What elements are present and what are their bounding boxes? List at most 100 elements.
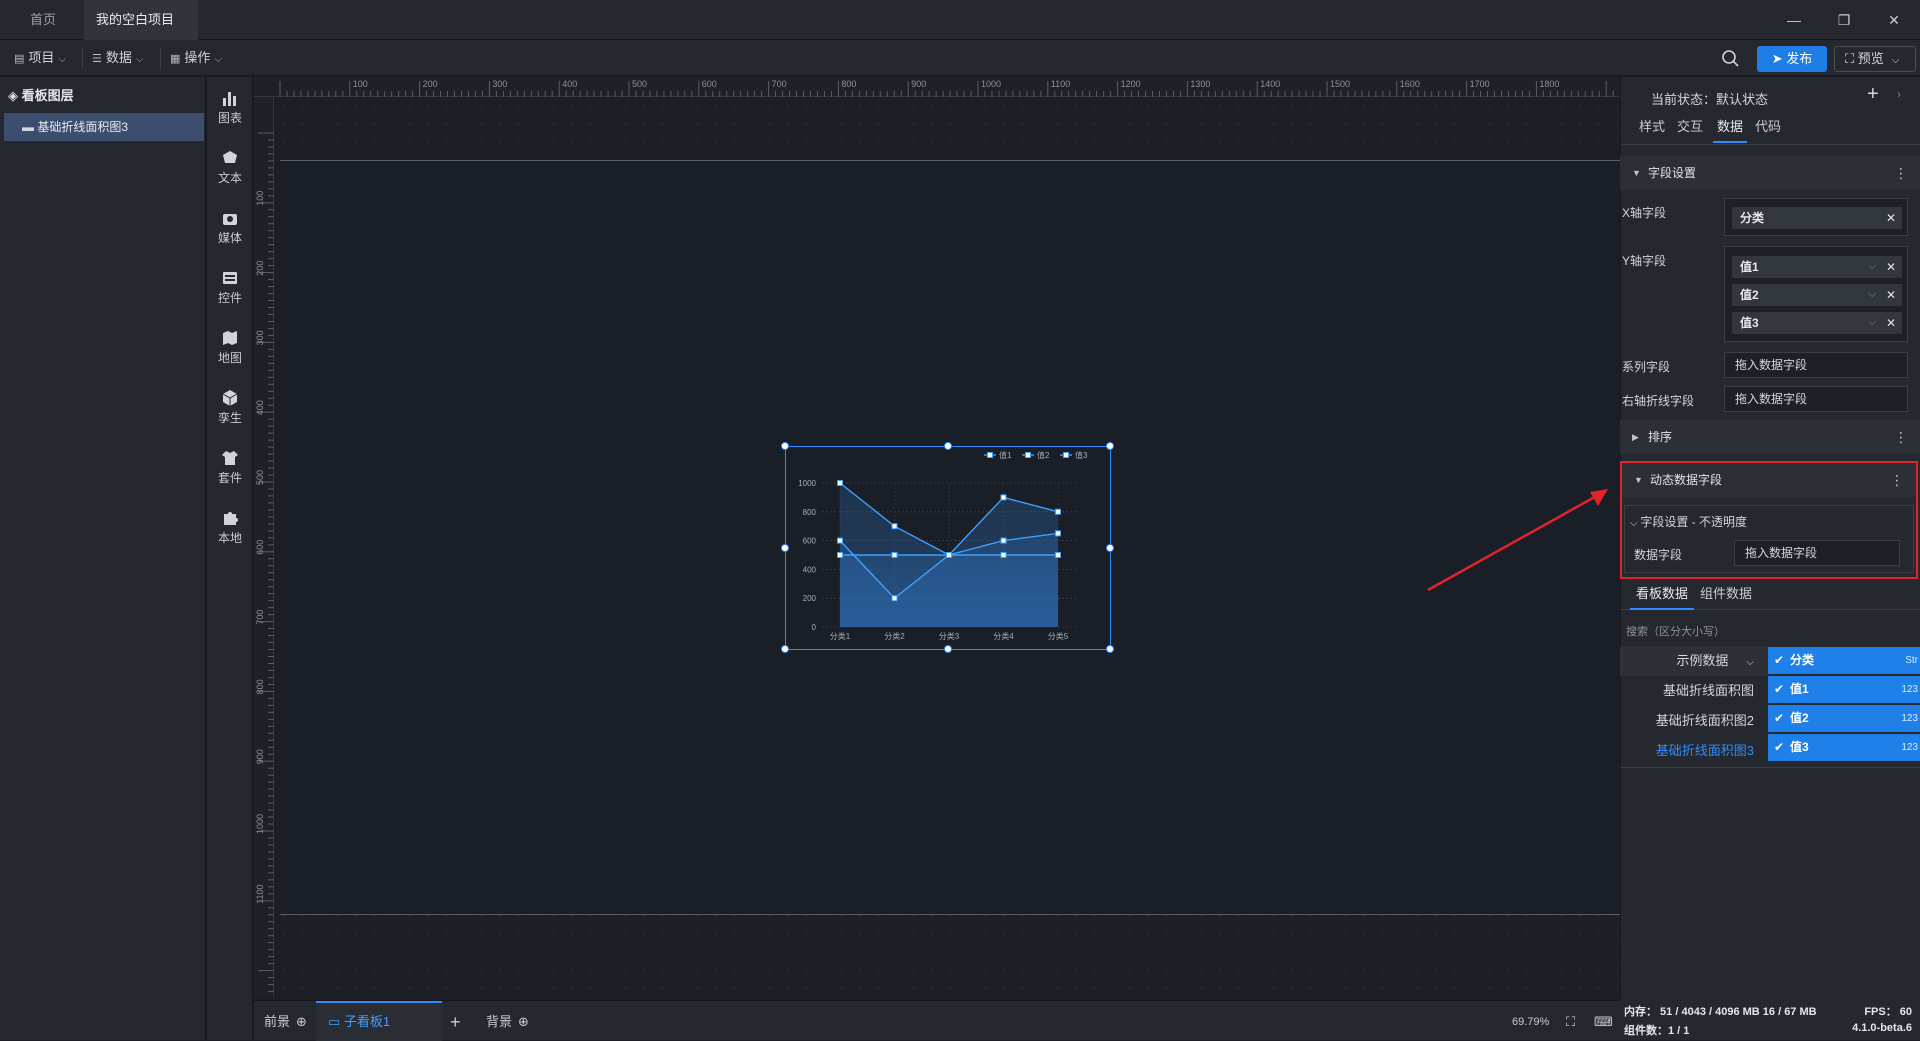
layer-item[interactable]: ▬ 基础折线面积图3 bbox=[4, 113, 204, 141]
field-row[interactable]: ✔ 值2 123 bbox=[1768, 705, 1920, 732]
x-tick-label: 分类3 bbox=[939, 631, 960, 641]
close-icon[interactable]: ✕ bbox=[1886, 284, 1896, 306]
ruler-label: 1200 bbox=[1121, 79, 1141, 89]
dataset-item[interactable]: 示例数据 ⌵ bbox=[1620, 646, 1768, 676]
x-axis-label: X轴字段 bbox=[1622, 206, 1667, 220]
dataset-item[interactable]: 基础折线面积图2 bbox=[1620, 706, 1768, 736]
right-axis-label: 右轴折线字段 bbox=[1622, 394, 1695, 408]
field-row[interactable]: ✔ 值1 123 bbox=[1768, 676, 1920, 703]
close-icon[interactable]: ✕ bbox=[1886, 207, 1896, 229]
tab-project[interactable]: 我的空白项目 bbox=[84, 0, 198, 65]
tab-home[interactable]: 首页 bbox=[18, 0, 68, 40]
more-icon[interactable]: ⋮ bbox=[1894, 420, 1908, 454]
text-icon bbox=[223, 151, 237, 163]
close-icon[interactable]: ✕ bbox=[1886, 256, 1896, 278]
tab-data[interactable]: 数据 bbox=[1713, 111, 1748, 143]
ruler-vertical-ticks: 100 200 300 400 500 600 700 800 900 1000 1100 bbox=[255, 132, 274, 993]
ruler-label: 1800 bbox=[1539, 79, 1559, 89]
legend-label: 值3 bbox=[1075, 450, 1088, 460]
foreground-tab[interactable]: 前景 ⊕ bbox=[264, 1011, 307, 1033]
resize-handle[interactable] bbox=[1106, 645, 1114, 653]
tool-twin[interactable]: 孪生 bbox=[207, 389, 253, 426]
subboard-tab[interactable]: ▭ 子看板1 bbox=[316, 1001, 442, 1041]
field-type: Str bbox=[1905, 655, 1918, 666]
add-circle-icon[interactable]: ⊕ bbox=[296, 1014, 307, 1029]
chart-widget[interactable]: 0 200 400 600 800 1000 分类1 分类2 分类3 分类4 分类5 值1 值2 值3 bbox=[781, 442, 1114, 653]
field-row[interactable]: ✔ 分类 Str bbox=[1768, 647, 1920, 674]
control-icon bbox=[223, 272, 237, 284]
dataset-item-selected[interactable]: 基础折线面积图3 bbox=[1620, 736, 1768, 766]
menu-data[interactable]: ☰ 数据 ⌵ bbox=[84, 46, 151, 70]
restore-icon[interactable]: ❐ bbox=[1830, 8, 1858, 32]
resize-handle[interactable] bbox=[944, 645, 952, 653]
minimize-icon[interactable]: — bbox=[1780, 8, 1808, 32]
fit-screen-icon[interactable]: ⛶ bbox=[1566, 1011, 1575, 1033]
caret-down-icon: ▼ bbox=[1634, 475, 1643, 485]
resize-handle[interactable] bbox=[781, 645, 789, 653]
field-row[interactable]: ✔ 值3 123 bbox=[1768, 734, 1920, 761]
y-axis-chip[interactable]: 值3 ⌵ ✕ bbox=[1732, 312, 1902, 334]
right-axis-dropzone[interactable]: 拖入数据字段 bbox=[1724, 386, 1908, 412]
close-icon[interactable]: ✕ bbox=[1886, 312, 1896, 334]
resize-handle[interactable] bbox=[781, 442, 789, 450]
chevron-right-icon[interactable]: › bbox=[1897, 87, 1901, 101]
ruler-label: 700 bbox=[772, 79, 787, 89]
chevron-down-icon[interactable]: ⌵ bbox=[1868, 256, 1876, 278]
status-bar: 内存： 51 / 4043 / 4096 MB 16 / 67 MB FPS： … bbox=[1620, 1000, 1920, 1040]
add-board-button[interactable]: + bbox=[450, 1011, 461, 1033]
keyboard-icon[interactable]: ⌨ bbox=[1594, 1011, 1613, 1033]
menu-operate[interactable]: ▦ 操作 ⌵ bbox=[162, 46, 230, 70]
add-state-button[interactable]: + bbox=[1867, 83, 1879, 106]
ruler-label: 1000 bbox=[981, 79, 1001, 89]
data-point bbox=[837, 552, 843, 558]
search-hint[interactable]: 搜索（区分大小写） bbox=[1626, 623, 1725, 639]
tool-control[interactable]: 控件 bbox=[207, 269, 253, 306]
y-axis-chip[interactable]: 值2 ⌵ ✕ bbox=[1732, 284, 1902, 306]
x-axis-chip[interactable]: 分类 ✕ bbox=[1732, 207, 1902, 229]
tab-board-data[interactable]: 看板数据 bbox=[1630, 580, 1695, 610]
layer-item-label: 基础折线面积图3 bbox=[37, 120, 129, 134]
layers-title: 看板图层 bbox=[21, 88, 74, 103]
series-dropzone[interactable]: 拖入数据字段 bbox=[1724, 352, 1908, 378]
resize-handle[interactable] bbox=[1106, 442, 1114, 450]
publish-button[interactable]: ➤ 发布 bbox=[1757, 46, 1827, 72]
chevron-down-icon[interactable]: ⌵ bbox=[1868, 312, 1876, 334]
tool-media[interactable]: 媒体 bbox=[207, 209, 253, 246]
zoom-level[interactable]: 69.79% bbox=[1512, 1011, 1549, 1033]
foreground-label: 前景 bbox=[264, 1014, 291, 1029]
data-point bbox=[1000, 494, 1007, 501]
more-icon[interactable]: ⋮ bbox=[1894, 156, 1908, 190]
tab-component-data[interactable]: 组件数据 bbox=[1700, 580, 1752, 610]
tab-style[interactable]: 样式 bbox=[1639, 111, 1665, 143]
preview-button[interactable]: ⛶ 预览 ⌵ bbox=[1834, 46, 1916, 72]
legend-marker bbox=[1063, 452, 1069, 458]
add-circle-icon[interactable]: ⊕ bbox=[518, 1014, 529, 1029]
menu-project[interactable]: ▤ 项目 ⌵ bbox=[6, 46, 74, 70]
tab-interaction[interactable]: 交互 bbox=[1677, 111, 1703, 143]
background-label: 背景 bbox=[486, 1014, 513, 1029]
tool-map[interactable]: 地图 bbox=[207, 329, 253, 366]
resize-handle[interactable] bbox=[944, 442, 952, 450]
ruler-label: 1100 bbox=[255, 884, 265, 903]
tab-code[interactable]: 代码 bbox=[1755, 111, 1781, 143]
more-icon[interactable]: ⋮ bbox=[1890, 463, 1904, 497]
background-tab[interactable]: 背景 ⊕ bbox=[486, 1011, 529, 1033]
tool-local[interactable]: 本地 bbox=[207, 509, 253, 546]
resize-handle[interactable] bbox=[1106, 544, 1114, 552]
tool-chart[interactable]: 图表 bbox=[207, 89, 253, 126]
resize-handle[interactable] bbox=[781, 544, 789, 552]
search-icon[interactable] bbox=[1720, 48, 1742, 70]
dataset-item[interactable]: 基础折线面积图 bbox=[1620, 676, 1768, 706]
tool-text[interactable]: 文本 bbox=[207, 149, 253, 186]
dynamic-field-header[interactable]: ▼ 动态数据字段 ⋮ bbox=[1622, 463, 1916, 497]
field-settings-header[interactable]: ▼ 字段设置 ⋮ bbox=[1620, 156, 1920, 190]
y-axis-chip[interactable]: 值1 ⌵ ✕ bbox=[1732, 256, 1902, 278]
sort-header[interactable]: ▶ 排序 ⋮ bbox=[1620, 420, 1920, 454]
data-field-dropzone[interactable]: 拖入数据字段 bbox=[1734, 540, 1900, 566]
version-label: 4.1.0-beta.6 bbox=[1852, 1022, 1912, 1034]
chevron-down-icon[interactable]: ⌵ bbox=[1868, 284, 1876, 306]
close-icon[interactable]: ✕ bbox=[1880, 8, 1908, 32]
tool-kit[interactable]: 套件 bbox=[207, 449, 253, 486]
dynamic-sub-header[interactable]: ⌵ 字段设置 - 不透明度 bbox=[1630, 513, 1747, 530]
ruler-label: 300 bbox=[255, 330, 265, 345]
